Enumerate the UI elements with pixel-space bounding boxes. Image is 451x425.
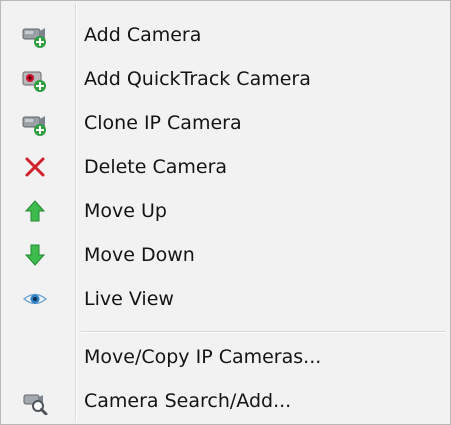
menu-item-label: Move/Copy IP Cameras... [84, 346, 322, 368]
delete-x-icon [21, 153, 49, 181]
arrow-down-icon [21, 241, 49, 269]
menu-item-add-quicktrack-camera[interactable]: Add QuickTrack Camera [3, 57, 448, 101]
menu-item-move-copy-ip-cameras[interactable]: Move/Copy IP Cameras... [3, 335, 448, 379]
menu-item-label: Add Camera [84, 24, 202, 46]
add-camera-icon [21, 21, 49, 49]
menu-item-label: Move Up [84, 200, 167, 222]
context-menu: Add Camera Add QuickTrack Camera Clone I… [0, 0, 451, 425]
eye-icon [21, 285, 49, 313]
menu-item-label: Move Down [84, 244, 195, 266]
menu-item-label: Add QuickTrack Camera [84, 68, 311, 90]
arrow-up-icon [21, 197, 49, 225]
menu-item-label: Delete Camera [84, 156, 228, 178]
menu-item-delete-camera[interactable]: Delete Camera [3, 145, 448, 189]
menu-item-label: Camera Search/Add... [84, 390, 292, 412]
menu-item-camera-search-add[interactable]: Camera Search/Add... [3, 379, 448, 423]
clone-ip-camera-icon [21, 109, 49, 137]
menu-item-label: Clone IP Camera [84, 112, 242, 134]
menu-item-live-view[interactable]: Live View [3, 277, 448, 321]
menu-item-clone-ip-camera[interactable]: Clone IP Camera [3, 101, 448, 145]
menu-item-add-camera[interactable]: Add Camera [3, 13, 448, 57]
menu-item-move-up[interactable]: Move Up [3, 189, 448, 233]
menu-separator [81, 331, 446, 333]
add-quicktrack-camera-icon [21, 65, 49, 93]
menu-item-label: Live View [84, 288, 174, 310]
menu-item-move-down[interactable]: Move Down [3, 233, 448, 277]
camera-search-icon [21, 387, 49, 415]
